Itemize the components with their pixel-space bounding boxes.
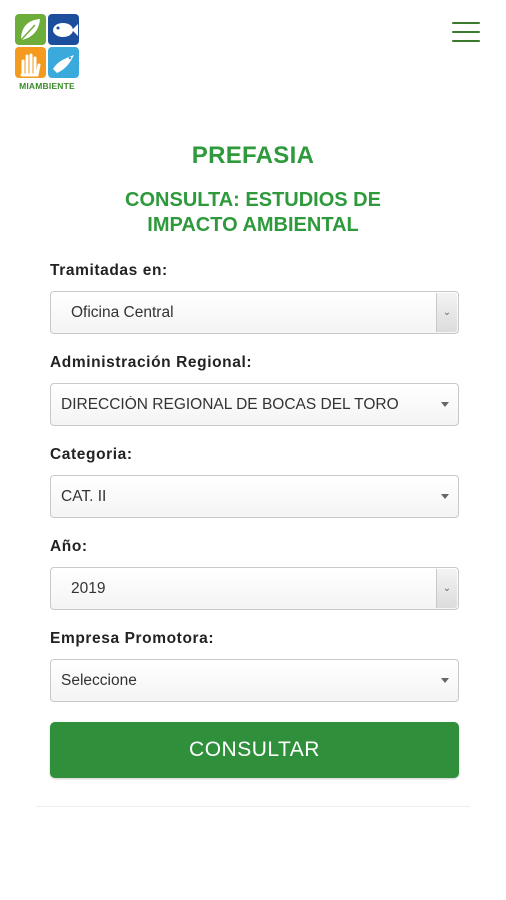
field-categoria: Categoria: CAT. II bbox=[50, 446, 459, 518]
fish-icon bbox=[48, 14, 79, 45]
tramitadas-value: Oficina Central bbox=[71, 303, 174, 321]
divider bbox=[36, 806, 470, 807]
field-tramitadas: Tramitadas en: Oficina Central ⌄ bbox=[50, 262, 459, 334]
caret-down-icon bbox=[441, 402, 449, 407]
consultar-button[interactable]: CONSULTAR bbox=[50, 722, 459, 778]
bird-icon bbox=[48, 47, 79, 78]
field-empresa: Empresa Promotora: Seleccione bbox=[50, 630, 459, 702]
leaf-icon bbox=[15, 14, 46, 45]
app-header: MIAMBIENTE bbox=[0, 0, 506, 100]
tramitadas-select[interactable]: Oficina Central ⌄ bbox=[50, 291, 459, 334]
page-heading: PREFASIA CONSULTA: ESTUDIOS DE IMPACTO A… bbox=[0, 142, 506, 238]
logo-text: MIAMBIENTE bbox=[19, 81, 75, 91]
tramitadas-label: Tramitadas en: bbox=[50, 262, 168, 279]
categoria-label: Categoria: bbox=[50, 446, 133, 463]
hamburger-menu-icon[interactable] bbox=[452, 22, 480, 42]
anio-label: Año: bbox=[50, 538, 88, 555]
empresa-label: Empresa Promotora: bbox=[50, 630, 215, 647]
categoria-select[interactable]: CAT. II bbox=[50, 475, 459, 518]
chevron-down-icon: ⌄ bbox=[436, 569, 457, 608]
caret-down-icon bbox=[441, 678, 449, 683]
field-anio: Año: 2019 ⌄ bbox=[50, 538, 459, 610]
hand-icon bbox=[15, 47, 46, 78]
empresa-value: Seleccione bbox=[61, 671, 137, 689]
regional-value: DIRECCIÓN REGIONAL DE BOCAS DEL TORO bbox=[61, 395, 399, 413]
chevron-down-icon: ⌄ bbox=[436, 293, 457, 332]
page-subtitle: CONSULTA: ESTUDIOS DE IMPACTO AMBIENTAL bbox=[125, 189, 381, 236]
miambiente-logo: MIAMBIENTE bbox=[15, 14, 79, 91]
regional-label: Administración Regional: bbox=[50, 354, 253, 371]
empresa-select[interactable]: Seleccione bbox=[50, 659, 459, 702]
consulta-form: Tramitadas en: Oficina Central ⌄ Adminis… bbox=[50, 262, 459, 778]
regional-select[interactable]: DIRECCIÓN REGIONAL DE BOCAS DEL TORO bbox=[50, 383, 459, 426]
anio-select[interactable]: 2019 ⌄ bbox=[50, 567, 459, 610]
anio-value: 2019 bbox=[71, 579, 106, 597]
caret-down-icon bbox=[441, 494, 449, 499]
page-title: PREFASIA bbox=[191, 142, 315, 169]
field-regional: Administración Regional: DIRECCIÓN REGIO… bbox=[50, 354, 459, 426]
categoria-value: CAT. II bbox=[61, 487, 107, 505]
